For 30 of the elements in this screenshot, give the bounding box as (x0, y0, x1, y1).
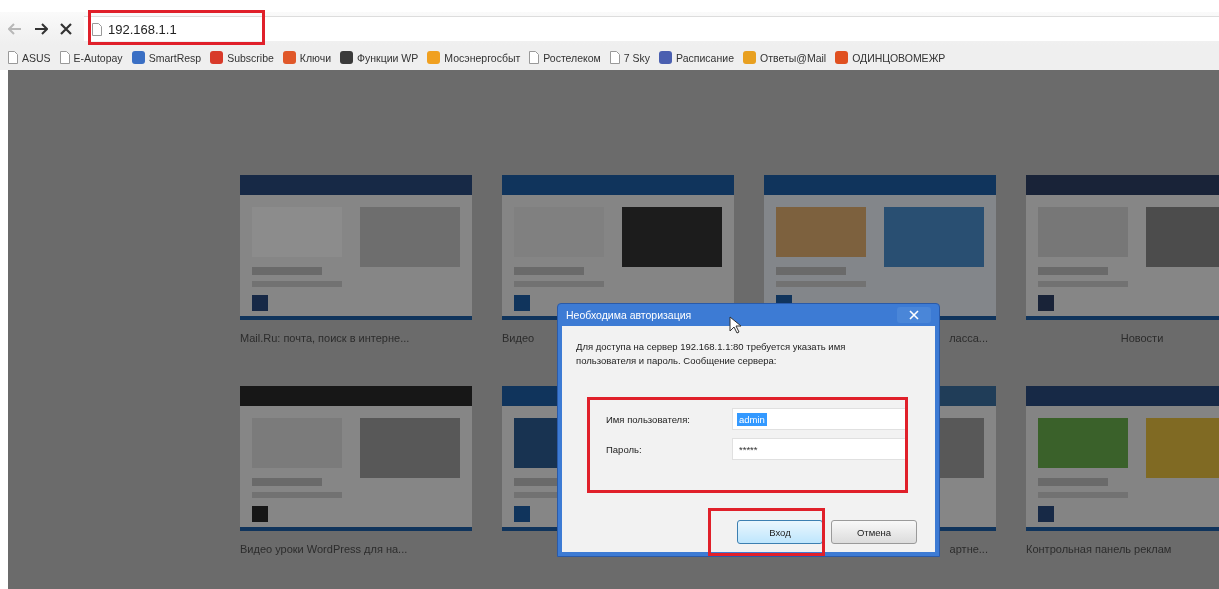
bookmark[interactable]: ASUS (8, 51, 51, 64)
bookmark[interactable]: Функции WP (340, 51, 419, 64)
bookmark[interactable]: ОДИНЦОВОМЕЖР (835, 51, 946, 64)
bookmark[interactable]: Subscribe (210, 51, 274, 64)
bookmark[interactable]: SmartResp (131, 51, 202, 64)
field-label: Пароль: (606, 443, 643, 455)
url-text: 192.168.1.1 (108, 21, 177, 37)
forward-icon[interactable] (34, 22, 48, 35)
close-icon[interactable] (897, 307, 931, 323)
page-icon (8, 51, 18, 64)
page-icon (92, 22, 102, 36)
stop-icon[interactable] (60, 22, 72, 35)
bookmark[interactable]: Ответы@Mail (742, 51, 827, 64)
login-button[interactable]: Вход (737, 520, 823, 544)
field-label: Имя пользователя: (606, 413, 691, 425)
dialog-message: Для доступа на сервер 192.168.1.1:80 требуется указать имя пользователя и пароль. Сообщение сервера: (576, 340, 847, 368)
bookmark[interactable]: Ростелеком (529, 51, 601, 64)
page-icon (609, 51, 620, 64)
page-icon (59, 51, 70, 64)
page-icon (529, 51, 540, 64)
bookmark[interactable]: E-Autopay (59, 51, 123, 64)
input-field[interactable]: ***** (732, 438, 907, 460)
address-bar[interactable]: 192.168.1.1 (84, 16, 1219, 41)
bookmark[interactable]: Мосэнергосбыт (427, 51, 521, 64)
dialog-title: Необходима авторизация (566, 309, 692, 321)
bookmark[interactable]: 7 Sky (609, 51, 651, 64)
cursor-icon (729, 316, 741, 334)
cancel-button[interactable]: Отмена (831, 520, 917, 544)
bookmark[interactable]: Расписание (659, 51, 734, 64)
bookmark[interactable]: Ключи (282, 51, 332, 64)
